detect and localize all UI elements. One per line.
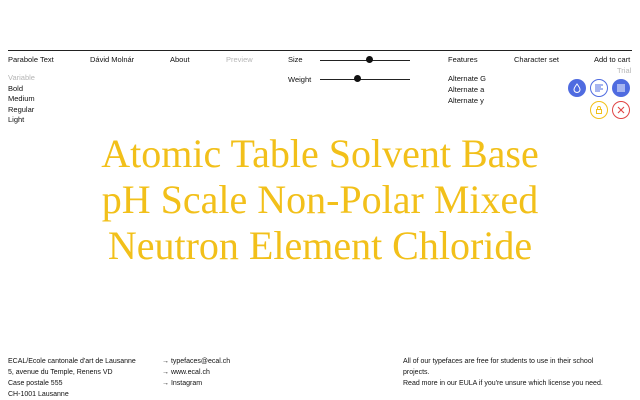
license-line: projects.	[403, 369, 430, 376]
feature-alternate-y[interactable]: Alternate y	[448, 95, 486, 106]
weight-slider-handle[interactable]	[354, 75, 362, 82]
size-slider[interactable]	[320, 60, 410, 61]
feature-alternate-g[interactable]: Alternate G	[448, 73, 486, 84]
about-link[interactable]: About	[170, 55, 190, 64]
feature-alternate-a[interactable]: Alternate a	[448, 84, 486, 95]
weight-list: Variable Bold Medium Regular Light	[8, 73, 35, 126]
preview-line[interactable]: Neutron Element Chloride	[0, 223, 640, 269]
align-justify-icon[interactable]	[612, 79, 630, 97]
email-link[interactable]: → typefaces@ecal.ch	[162, 356, 230, 367]
add-to-cart-link[interactable]: Add to cart	[594, 55, 630, 64]
license-line: All of our typefaces are free for studen…	[403, 358, 594, 365]
footer-license: All of our typefaces are free for studen…	[403, 356, 603, 389]
header-divider	[8, 50, 632, 51]
features-tab[interactable]: Features	[448, 55, 478, 64]
address-line: 5, avenue du Temple, Renens VD	[8, 369, 113, 376]
weight-light[interactable]: Light	[8, 115, 35, 126]
weight-medium[interactable]: Medium	[8, 94, 35, 105]
align-left-icon[interactable]	[590, 79, 608, 97]
type-preview[interactable]: Atomic Table Solvent Base pH Scale Non-P…	[0, 131, 640, 269]
preview-line[interactable]: pH Scale Non-Polar Mixed	[0, 177, 640, 223]
font-name-link[interactable]: Parabole Text	[8, 55, 54, 64]
preview-tab[interactable]: Preview	[226, 55, 253, 64]
footer-address: ECAL/Ecole cantonale d'art de Lausanne 5…	[8, 356, 136, 400]
designer-link[interactable]: Dávid Molnár	[90, 55, 134, 64]
weight-regular[interactable]: Regular	[8, 105, 35, 116]
address-line: CH-1001 Lausanne	[8, 391, 69, 398]
weight-label: Weight	[288, 75, 312, 84]
preview-line[interactable]: Atomic Table Solvent Base	[0, 131, 640, 177]
weight-slider[interactable]	[320, 79, 410, 80]
footer-links: → typefaces@ecal.ch → www.ecal.ch → Inst…	[162, 356, 230, 389]
size-label: Size	[288, 55, 303, 64]
lock-icon[interactable]	[590, 101, 608, 119]
address-line: Case postale 555	[8, 380, 63, 387]
eula-link[interactable]: Read more in our EULA if you're unsure w…	[403, 378, 603, 389]
ink-drop-icon[interactable]	[568, 79, 586, 97]
size-slider-handle[interactable]	[366, 56, 373, 63]
close-icon[interactable]	[612, 101, 630, 119]
website-link[interactable]: → www.ecal.ch	[162, 367, 230, 378]
trial-label[interactable]: Trial	[617, 66, 631, 75]
address-line: ECAL/Ecole cantonale d'art de Lausanne	[8, 358, 136, 365]
weight-variable[interactable]: Variable	[8, 73, 35, 84]
character-set-tab[interactable]: Character set	[514, 55, 559, 64]
feature-list: Alternate G Alternate a Alternate y	[448, 73, 486, 106]
weight-bold[interactable]: Bold	[8, 84, 35, 95]
instagram-link[interactable]: → Instagram	[162, 378, 230, 389]
